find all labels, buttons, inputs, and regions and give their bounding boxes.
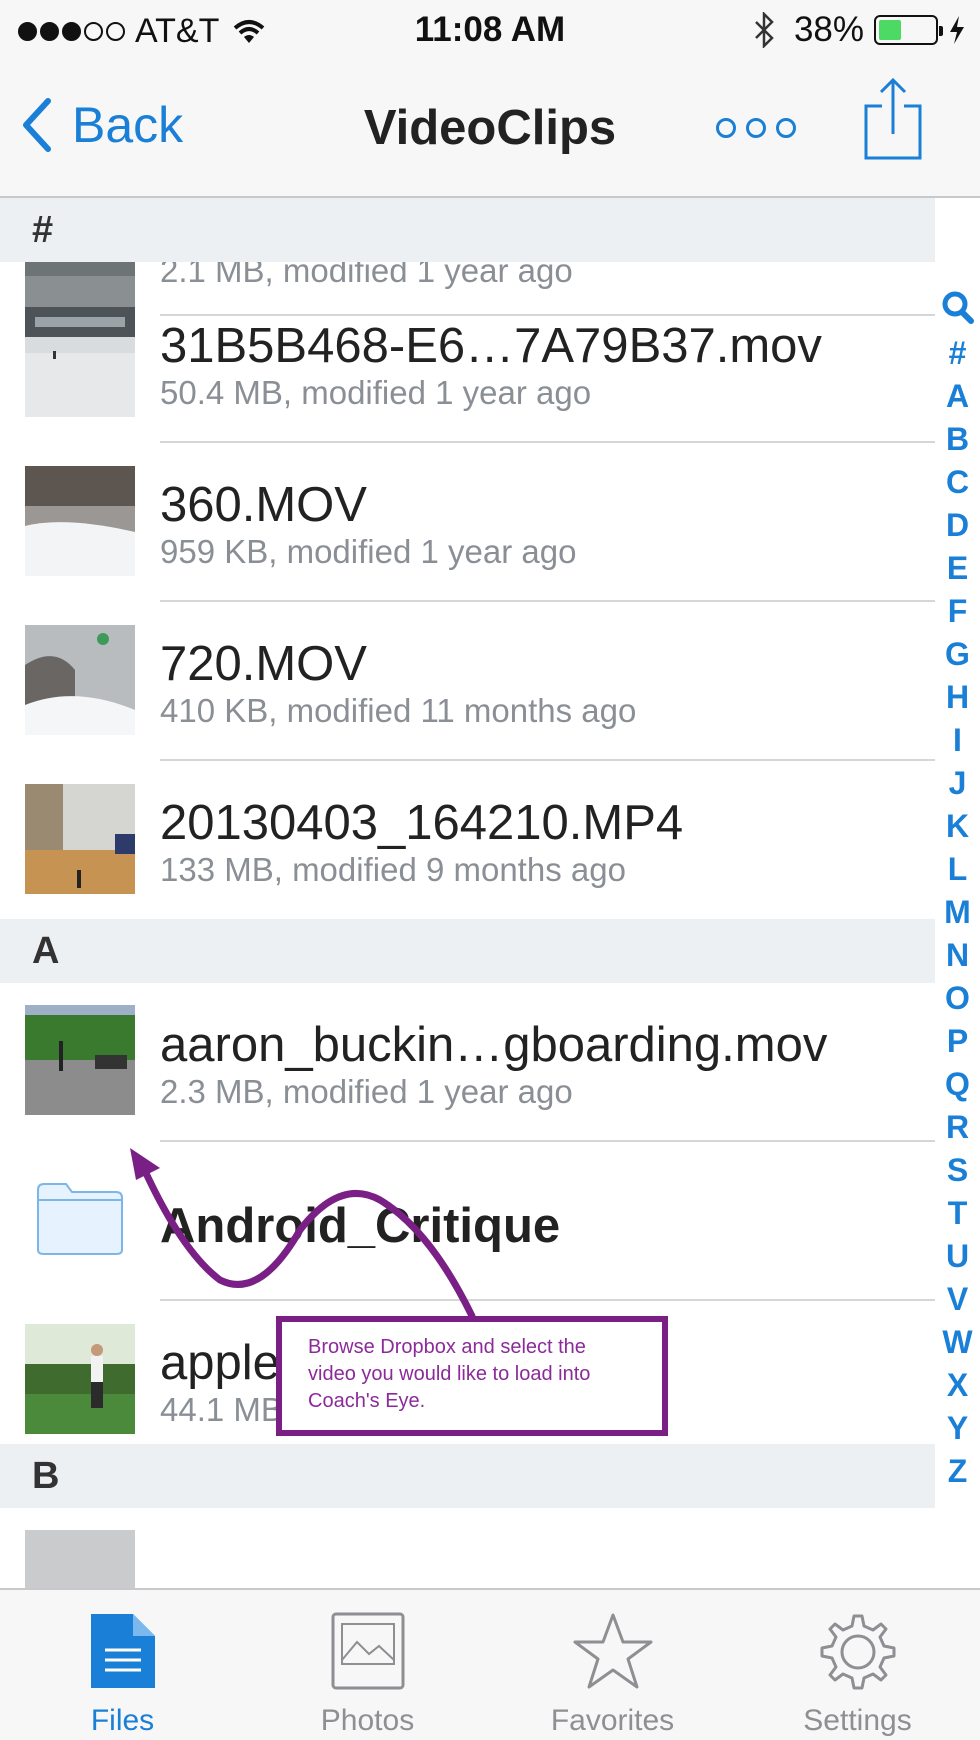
index-letter[interactable]: O: [945, 977, 970, 1020]
tab-favorites[interactable]: Favorites: [490, 1590, 735, 1740]
file-name: aaron_buckin…gboarding.mov: [160, 1018, 828, 1072]
index-letter[interactable]: J: [949, 762, 967, 805]
tab-label: Photos: [320, 1704, 415, 1737]
index-letter[interactable]: G: [945, 633, 970, 676]
file-name: apple: [160, 1336, 280, 1390]
index-letter[interactable]: Y: [947, 1407, 968, 1450]
file-meta: 959 KB, modified 1 year ago: [160, 533, 577, 570]
index-letter[interactable]: N: [946, 934, 969, 977]
document-icon: [90, 1614, 155, 1688]
index-letter[interactable]: C: [946, 461, 969, 504]
tab-label: Favorites: [550, 1704, 675, 1737]
more-dot-icon: [746, 118, 766, 138]
index-letter[interactable]: D: [946, 504, 969, 547]
index-letter[interactable]: P: [947, 1020, 968, 1063]
index-letter[interactable]: L: [948, 848, 968, 891]
file-name: 720.MOV: [160, 637, 367, 691]
video-thumbnail: [25, 466, 135, 576]
tab-label: Files: [90, 1704, 155, 1737]
file-meta: 133 MB, modified 9 months ago: [160, 851, 626, 888]
share-button[interactable]: [862, 76, 924, 167]
file-row[interactable]: 31B5B468-E6…7A79B37.mov 50.4 MB, modifie…: [0, 284, 935, 443]
index-letter[interactable]: T: [948, 1192, 968, 1235]
section-header-b: B: [0, 1444, 935, 1508]
index-letter[interactable]: M: [944, 891, 971, 934]
annotation-callout: Browse Dropbox and select the video you …: [276, 1316, 668, 1436]
section-header-a: A: [0, 919, 935, 983]
file-row[interactable]: 20130403_164210.MP4 133 MB, modified 9 m…: [0, 761, 935, 919]
file-name: 20130403_164210.MP4: [160, 796, 684, 850]
file-row[interactable]: 360.MOV 959 KB, modified 1 year ago: [0, 443, 935, 602]
more-dot-icon: [776, 118, 796, 138]
status-right: 38%: [752, 10, 966, 50]
section-index[interactable]: # A B C D E F G H I J K L M N O P Q R S …: [935, 290, 980, 1493]
file-name: 31B5B468-E6…7A79B37.mov: [160, 319, 822, 373]
video-thumbnail: [25, 1005, 135, 1115]
index-letter[interactable]: #: [949, 332, 967, 375]
file-name: 360.MOV: [160, 478, 367, 532]
file-row[interactable]: [0, 1508, 935, 1588]
tab-files[interactable]: Files: [0, 1590, 245, 1740]
file-meta: 2.3 MB, modified 1 year ago: [160, 1073, 573, 1110]
more-dot-icon: [716, 118, 736, 138]
tab-photos[interactable]: Photos: [245, 1590, 490, 1740]
battery-percent: 38%: [793, 10, 864, 49]
tab-label: Settings: [803, 1704, 912, 1737]
index-letter[interactable]: Z: [948, 1450, 968, 1493]
index-letter[interactable]: A: [946, 375, 969, 418]
index-letter[interactable]: U: [946, 1235, 969, 1278]
video-thumbnail: [25, 625, 135, 735]
index-letter[interactable]: K: [946, 805, 969, 848]
index-letter[interactable]: V: [947, 1278, 968, 1321]
star-icon: [573, 1613, 652, 1689]
index-letter[interactable]: I: [953, 719, 962, 762]
charging-icon: [950, 16, 964, 44]
folder-row[interactable]: Android_Critique: [0, 1142, 935, 1301]
battery-icon: [874, 15, 943, 45]
more-options-button[interactable]: [716, 118, 796, 138]
search-icon[interactable]: [942, 290, 974, 326]
video-thumbnail: [25, 1324, 135, 1434]
file-meta: 410 KB, modified 11 months ago: [160, 692, 637, 729]
video-thumbnail: [25, 307, 135, 417]
index-letter[interactable]: B: [946, 418, 969, 461]
navigation-bar: Back VideoClips: [0, 62, 980, 198]
gear-icon: [820, 1614, 895, 1690]
index-letter[interactable]: X: [947, 1364, 968, 1407]
index-letter[interactable]: F: [948, 590, 968, 633]
back-label: Back: [72, 97, 184, 153]
tab-bar: Files Photos Favorites Settings: [0, 1588, 980, 1740]
tab-settings[interactable]: Settings: [735, 1590, 980, 1740]
photo-icon: [331, 1612, 404, 1690]
chevron-left-icon: [23, 98, 51, 152]
section-header-hash: #: [0, 198, 935, 262]
status-bar: AT&T 11:08 AM 38%: [0, 0, 980, 62]
video-thumbnail: [25, 784, 135, 894]
back-button[interactable]: Back: [22, 96, 183, 154]
bluetooth-icon: [755, 12, 774, 48]
folder-icon: [37, 1183, 123, 1255]
index-letter[interactable]: H: [946, 676, 969, 719]
index-letter[interactable]: S: [947, 1149, 968, 1192]
file-meta: 50.4 MB, modified 1 year ago: [160, 374, 592, 411]
share-icon: [864, 77, 922, 160]
file-row[interactable]: aaron_buckin…gboarding.mov 2.3 MB, modif…: [0, 983, 935, 1142]
index-letter[interactable]: R: [946, 1106, 969, 1149]
video-thumbnail: [25, 1530, 135, 1588]
index-letter[interactable]: Q: [945, 1063, 970, 1106]
index-letter[interactable]: E: [947, 547, 968, 590]
file-row[interactable]: 720.MOV 410 KB, modified 11 months ago: [0, 602, 935, 761]
index-letter[interactable]: W: [942, 1321, 972, 1364]
folder-name: Android_Critique: [160, 1199, 561, 1253]
